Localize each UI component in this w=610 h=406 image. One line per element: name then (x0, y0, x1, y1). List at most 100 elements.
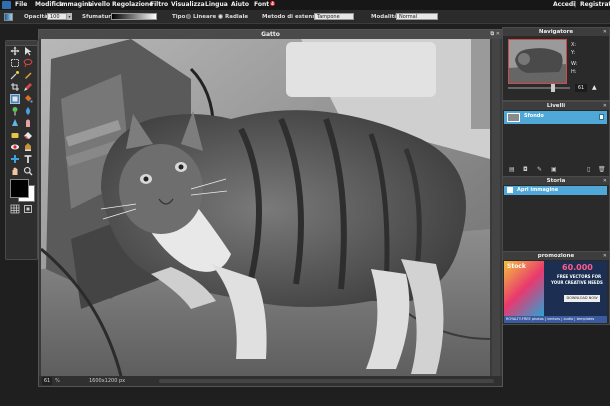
zoom-tool-icon[interactable] (23, 166, 33, 176)
menu-livello[interactable]: Livello (88, 1, 110, 9)
nav-zoom-input[interactable]: 61 (575, 84, 587, 92)
select-arrow-icon[interactable] (23, 46, 33, 56)
register-link[interactable]: Registrati (580, 1, 610, 9)
promo-headline-1: FREE VECTORS FOR (557, 274, 602, 279)
zoom-percent-icon: % (55, 378, 60, 384)
menu-regolazione[interactable]: Regolazione (112, 1, 153, 9)
navigator-title-bar[interactable]: Navigatore ✕ (503, 28, 609, 36)
layer-visibility-checkbox[interactable] (599, 114, 604, 120)
history-item-icon (507, 187, 513, 193)
promo-title: promozione (537, 253, 575, 259)
delete-layer-icon[interactable]: 🗑 (598, 166, 606, 173)
nav-y-label: Y: (571, 50, 576, 56)
tools-panel (5, 40, 38, 260)
mode-select[interactable]: Normal (396, 13, 438, 20)
font-badge: 4 (270, 1, 275, 6)
navigator-close-icon[interactable]: ✕ (603, 29, 607, 35)
opacity-input[interactable]: 100 (47, 13, 67, 20)
navigator-panel: Navigatore ✕ X: Y: W: H: 61 ▲ (502, 27, 610, 101)
dodge-tool-icon[interactable] (10, 106, 20, 116)
history-item-label: Apri immagine (517, 187, 559, 193)
canvas-title: Gatto (261, 31, 280, 38)
cat-photo (41, 39, 490, 376)
canvas-window-buttons[interactable]: ⧉ ✕ (490, 31, 500, 37)
layer-mask-icon[interactable]: ◘ (523, 166, 528, 173)
navigator-thumbnail (509, 40, 566, 83)
type-radial-label: Radiale (225, 14, 249, 20)
canvas-window: Gatto ⧉ ✕ 61 % 1600x1200 px (38, 29, 503, 387)
history-item[interactable]: Apri immagine (504, 186, 607, 195)
promo-brand: Stock (507, 263, 526, 270)
bucket-tool-icon[interactable] (23, 94, 33, 104)
sponge-tool-icon[interactable] (10, 130, 20, 140)
menu-filtro[interactable]: Filtro (150, 1, 168, 9)
layer-row[interactable]: Sfondo (504, 111, 607, 124)
promo-title-bar[interactable]: promozione ✕ (503, 252, 609, 260)
marquee-tool-icon[interactable] (10, 58, 20, 68)
extension-select[interactable]: Tampone (314, 13, 354, 20)
gradient-selected-tool-icon[interactable] (10, 94, 20, 104)
nav-zoom-handle[interactable] (551, 84, 555, 92)
hand-tool-icon[interactable] (10, 166, 20, 176)
menu-font[interactable]: Font 4 (254, 1, 275, 9)
layer-settings-icon[interactable]: ▤ (509, 166, 515, 173)
navigator-preview[interactable] (508, 39, 567, 84)
smudge-tool-icon[interactable] (23, 118, 33, 128)
history-close-icon[interactable]: ✕ (603, 178, 607, 184)
fullscreen-toggle-icon[interactable] (23, 204, 33, 214)
sharpen-tool-icon[interactable] (10, 118, 20, 128)
wand-tool-icon[interactable] (10, 70, 20, 80)
canvas-title-bar[interactable]: Gatto ⧉ ✕ (39, 30, 502, 39)
nav-w-label: W: (571, 61, 578, 67)
navigator-title: Navigatore (538, 29, 574, 35)
layer-style-icon[interactable]: ✎ (537, 166, 542, 173)
layers-close-icon[interactable]: ✕ (603, 103, 607, 109)
layer-name: Sfondo (524, 113, 544, 119)
zoom-input[interactable]: 61 (42, 377, 52, 385)
promo-banner[interactable]: Stock 60.000 FREE VECTORS FOR YOUR CREAT… (504, 261, 607, 323)
promo-download-button[interactable]: DOWNLOAD NOW (564, 295, 600, 302)
text-tool-icon[interactable] (23, 154, 33, 164)
history-title-bar[interactable]: Storia ✕ (503, 177, 609, 185)
new-layer-icon[interactable]: ▯ (587, 166, 590, 173)
menu-font-label: Font (254, 1, 270, 8)
nav-zoom-slider[interactable] (508, 87, 570, 89)
grid-toggle-icon[interactable] (10, 204, 20, 214)
lasso-tool-icon[interactable] (23, 58, 33, 68)
pencil-tool-icon[interactable] (23, 70, 33, 80)
clone-tool-icon[interactable] (23, 142, 33, 152)
eraser-tool-icon[interactable] (23, 130, 33, 140)
canvas-status-bar: 61 % 1600x1200 px (39, 376, 502, 386)
blur-tool-icon[interactable] (23, 106, 33, 116)
move-tool-icon[interactable] (10, 46, 20, 56)
canvas-image[interactable] (41, 39, 490, 376)
layer-thumbnail (507, 113, 520, 122)
menu-lingua[interactable]: Lingua (205, 1, 228, 9)
nav-x-label: X: (571, 42, 577, 48)
layers-title: Livelli (546, 103, 566, 109)
menu-file[interactable]: File (15, 1, 27, 9)
menu-aiuto[interactable]: Aiuto (231, 1, 249, 9)
layers-title-bar[interactable]: Livelli ✕ (503, 102, 609, 110)
promo-footer-bar: ROYALTY-FREE photos | vectors | audio | … (504, 316, 607, 323)
gradient-tool-icon (4, 13, 13, 21)
nav-h-label: H: (571, 69, 577, 75)
brush-tool-icon[interactable] (23, 82, 33, 92)
vertical-scrollbar[interactable] (492, 39, 500, 376)
login-link[interactable]: Accedi (553, 1, 575, 9)
promo-close-icon[interactable]: ✕ (603, 253, 607, 259)
foreground-color-swatch[interactable] (10, 179, 29, 198)
horizontal-scrollbar[interactable] (159, 379, 494, 383)
menu-visualizza[interactable]: Visualizza (171, 1, 205, 9)
layer-folder-icon[interactable]: ▣ (551, 166, 557, 173)
type-radial-radio[interactable] (218, 14, 223, 19)
promo-panel: promozione ✕ Stock 60.000 FREE VECTORS F… (502, 251, 610, 325)
redeye-tool-icon[interactable] (10, 142, 20, 152)
drawing-tool-icon[interactable] (10, 154, 20, 164)
type-linear-label: Lineare (193, 14, 217, 20)
opacity-dropdown-icon[interactable]: ▾ (67, 13, 72, 20)
gradient-preview[interactable] (111, 13, 157, 20)
nav-zoom-in-icon[interactable]: ▲ (592, 84, 597, 91)
crop-tool-icon[interactable] (10, 82, 20, 92)
type-linear-radio[interactable] (186, 14, 191, 19)
